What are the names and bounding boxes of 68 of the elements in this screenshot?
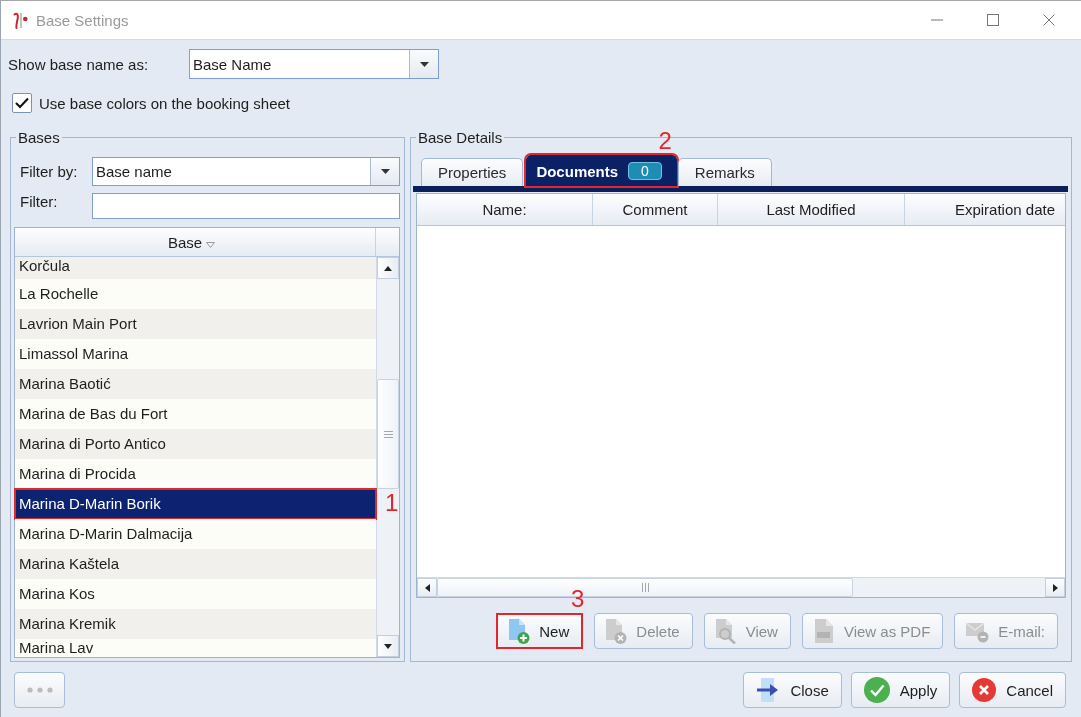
dropdown[interactable]: Base name bbox=[92, 157, 400, 186]
maximize-icon bbox=[987, 14, 999, 26]
column-header[interactable]: Comment bbox=[593, 194, 718, 225]
grip-icon bbox=[383, 430, 393, 438]
callout-number: 1 bbox=[385, 491, 399, 515]
arrow-up-icon bbox=[384, 265, 392, 271]
callout-number: 3 bbox=[570, 587, 585, 611]
new-button[interactable]: New bbox=[496, 613, 584, 649]
close-button[interactable]: Close bbox=[743, 672, 842, 708]
ellipsis-icon bbox=[26, 687, 53, 693]
list-row[interactable]: Marina di Porto Antico bbox=[15, 429, 376, 459]
checkbox[interactable] bbox=[12, 93, 32, 113]
cancel-button[interactable]: Cancel bbox=[959, 672, 1066, 708]
tab[interactable]: Properties bbox=[421, 158, 524, 186]
arrow-right-icon bbox=[1052, 583, 1058, 592]
window-title: Base Settings bbox=[36, 11, 129, 29]
list-row[interactable]: Marina di Procida bbox=[15, 459, 376, 489]
envelope-icon bbox=[965, 619, 990, 643]
list-row[interactable]: Lavrion Main Port bbox=[15, 309, 376, 339]
caret-down-icon bbox=[380, 169, 390, 174]
grip-icon bbox=[641, 583, 649, 592]
app-logo-icon bbox=[12, 11, 28, 29]
filter-field[interactable] bbox=[92, 193, 400, 219]
sort-icon bbox=[206, 241, 216, 248]
check-icon bbox=[15, 97, 29, 109]
field-label: Filter by: bbox=[19, 163, 78, 180]
field-label: Filter: bbox=[19, 193, 58, 210]
group-title: Bases bbox=[17, 129, 61, 146]
callout-number: 2 bbox=[658, 129, 672, 153]
scroll-right-button[interactable] bbox=[1045, 578, 1065, 597]
scroll-left-button[interactable] bbox=[417, 578, 437, 597]
list-row[interactable]: Marina D-Marin Dalmacija bbox=[15, 519, 376, 549]
x-circle-icon bbox=[972, 678, 997, 702]
list-row[interactable]: Limassol Marina bbox=[15, 339, 376, 369]
list-row[interactable]: Marina Kaštela bbox=[15, 549, 376, 579]
field-label: Show base name as: bbox=[8, 55, 149, 73]
list-row[interactable]: Marina Lav bbox=[15, 639, 376, 657]
column-header[interactable]: Last Modified bbox=[718, 194, 905, 225]
minimize-icon bbox=[931, 19, 943, 21]
document-delete-icon bbox=[605, 618, 628, 644]
scrollbar-thumb[interactable] bbox=[377, 379, 399, 489]
column-header[interactable]: Name: bbox=[417, 194, 593, 225]
tab[interactable]: Remarks bbox=[677, 158, 772, 186]
list-row[interactable]: Marina D-Marin Borik bbox=[15, 489, 376, 519]
list-row[interactable]: Marina Kos bbox=[15, 579, 376, 609]
scroll-down-button[interactable] bbox=[377, 635, 399, 657]
count-badge: 0 bbox=[628, 162, 662, 180]
apply-button[interactable]: Apply bbox=[850, 672, 951, 708]
tab[interactable]: Documents 0 bbox=[526, 155, 677, 186]
list-row[interactable]: Marina Baotić bbox=[15, 369, 376, 399]
scroll-up-button[interactable] bbox=[377, 257, 399, 279]
check-circle-icon bbox=[863, 677, 890, 703]
arrow-left-icon bbox=[424, 583, 430, 592]
close-icon bbox=[1043, 14, 1055, 26]
column-header[interactable]: Expiration date bbox=[905, 194, 1065, 225]
list-row[interactable]: Korčula bbox=[15, 257, 376, 279]
column-header[interactable]: Base bbox=[15, 228, 399, 257]
dropdown[interactable]: Base Name bbox=[189, 49, 439, 79]
arrow-down-icon bbox=[384, 643, 392, 649]
group-title: Base Details bbox=[417, 129, 504, 146]
list-row[interactable]: Marina de Bas du Fort bbox=[15, 399, 376, 429]
pdf-document-icon bbox=[812, 618, 835, 644]
list-row[interactable]: Marina Kremik bbox=[15, 609, 376, 639]
list-row[interactable]: La Rochelle bbox=[15, 279, 376, 309]
checkbox-label: Use base colors on the booking sheet bbox=[39, 94, 290, 112]
new-document-icon bbox=[508, 618, 531, 644]
caret-down-icon bbox=[419, 61, 429, 67]
document-search-icon bbox=[714, 618, 737, 644]
